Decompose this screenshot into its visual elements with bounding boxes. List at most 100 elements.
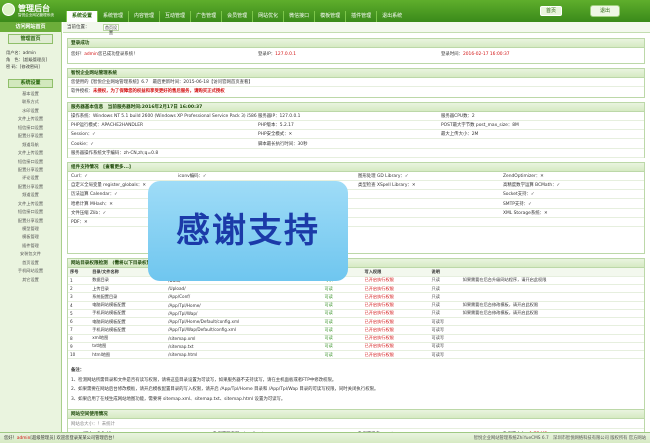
home-button[interactable]: 首页 xyxy=(540,6,562,16)
table-cell: 已开启执行权限 xyxy=(362,276,430,286)
tab-wechat[interactable]: 微信接口 xyxy=(283,11,314,22)
tab-seo[interactable]: 网站优化 xyxy=(252,11,283,22)
tab-logout[interactable]: 退出系统 xyxy=(376,11,407,22)
breadcrumb-action[interactable]: 首页设置 xyxy=(103,24,119,35)
welcome-text-2: 您已成功登录系统！ xyxy=(97,52,138,57)
sidebar-item[interactable]: 文件上传设置 xyxy=(0,115,61,123)
tab-interaction[interactable]: 互动管理 xyxy=(159,11,190,22)
sidebar-item[interactable]: 手机网站设置 xyxy=(0,267,61,275)
sidebar-item[interactable]: 短信接口设置 xyxy=(0,158,61,166)
tab-system-settings[interactable]: 系统设置 xyxy=(66,11,98,22)
table-cell: 电脑网站模板配置 xyxy=(90,301,167,310)
sidebar-item[interactable]: 其它设置 xyxy=(0,276,61,284)
sidebar-menu: 基本设置 联系方式 水印设置 文件上传设置 短信接口设置 配置分享设置 频道导航 文件上传设置… xyxy=(0,90,61,284)
table-cell: 可读 xyxy=(322,350,363,360)
table-cell: 系统配置目录 xyxy=(90,292,167,302)
table-cell: 上传目录 xyxy=(90,284,167,294)
component-cell: 自定义全局变量 register_globals：✕ xyxy=(71,183,147,189)
sidebar-item[interactable]: 评论设置 xyxy=(0,174,61,182)
sidebar-item[interactable]: 文件上传设置 xyxy=(0,200,61,208)
table-cell xyxy=(460,342,644,352)
component-cell: Socket支持：✓ xyxy=(503,192,535,198)
sidebar-item[interactable]: 配置分享设置 xyxy=(0,166,61,174)
sidebar-item[interactable]: 配置分享设置 xyxy=(0,183,61,191)
table-cell: 2 xyxy=(68,284,91,294)
table-cell: /App/Tpl/Home/Default/config.xml xyxy=(166,317,323,327)
table-row: 8 xml地图/sitemap.xml 可读 已开启执行权限 可读写 xyxy=(68,334,644,343)
sidebar-item[interactable]: 模板管理 xyxy=(0,233,61,241)
table-cell xyxy=(460,334,644,343)
server-info-cell: 脚本最长执行时间：30秒 xyxy=(258,141,308,147)
tab-plugins[interactable]: 插件管理 xyxy=(345,11,376,22)
sidebar-item[interactable]: 联系方式 xyxy=(0,98,61,106)
server-info-cell: 最大上传大小：2M xyxy=(441,132,479,138)
sidebar-item[interactable]: 首页设置 xyxy=(0,259,61,267)
system-panel: 智悦企业网站管理系统 您使用的【智悦企业网站管理系统】6.7 最后更新时间：20… xyxy=(67,68,645,98)
server-info-cell: 服务器IP：127.0.0.1 xyxy=(258,114,301,119)
login-ip: 127.0.0.1 xyxy=(275,52,297,57)
sidebar-item[interactable]: 水印设置 xyxy=(0,107,61,115)
server-info-title: 服务器基本信息 当前服务器时间:2016年2月17日 16:00:37 xyxy=(68,103,644,112)
table-cell: 可读写 xyxy=(429,317,461,327)
table-cell: 6 xyxy=(68,317,91,327)
sidebar-item[interactable]: 插件管理 xyxy=(0,242,61,250)
site-size: 网站总大小：！未统计 xyxy=(71,422,115,427)
sidebar-item[interactable]: 模型管理 xyxy=(0,225,61,233)
components-title: 组件支持情况 [查看更多...] xyxy=(68,163,644,172)
table-cell: txt地图 xyxy=(90,342,167,352)
table-cell: 4 xyxy=(68,301,91,310)
sidebar-item[interactable]: 短信接口设置 xyxy=(0,124,61,132)
welcome-text: 您好！ xyxy=(71,52,85,57)
table-row: 6 电脑网站模板配置/App/Tpl/Home/Default/config.xm… xyxy=(68,317,644,327)
table-cell: 1 xyxy=(68,276,91,286)
table-cell: html地图 xyxy=(90,350,167,360)
table-cell: 5 xyxy=(68,309,91,319)
sidebar-item[interactable]: 安装包文件 xyxy=(0,250,61,258)
license-status[interactable]: 未授权，为了保障您的权益和享受更好的售后服务，请购买正式授权 xyxy=(93,89,225,94)
sidebar-item[interactable]: 频道设置 xyxy=(0,191,61,199)
footer-left: 您好！admin[超级管理员] 欢迎您登录某某公司管理后台！ xyxy=(4,433,117,443)
component-cell: 历法运算 Calendar：✓ xyxy=(71,192,118,198)
sidebar-item[interactable]: 频道导航 xyxy=(0,141,61,149)
logo-mark-icon xyxy=(2,3,15,16)
user-info: 用户名：admin 角 色：[超级管理员] 密 码：[修改密码] xyxy=(0,46,61,73)
component-cell: 文件压缩 Zlib：✓ xyxy=(71,210,107,216)
tab-templates[interactable]: 模板管理 xyxy=(314,11,345,22)
table-cell: /App/Tpl/Wap/Default/config.xml xyxy=(166,325,323,335)
table-cell: 8 xyxy=(68,334,91,343)
table-cell: /Upload/ xyxy=(166,284,323,294)
tab-content[interactable]: 内容管理 xyxy=(128,11,159,22)
visit-site-link[interactable]: 访问网站首页 xyxy=(0,22,61,32)
sidebar-item[interactable]: 短信接口设置 xyxy=(0,208,61,216)
sidebar-item[interactable]: 配置分享设置 xyxy=(0,132,61,140)
breadcrumb: 当前位置： 首页设置 xyxy=(63,22,650,35)
sidebar-item[interactable]: 文件上传设置 xyxy=(0,149,61,157)
user-line: 角 色：[超级管理员] xyxy=(6,57,47,62)
component-cell: Curl：✓ xyxy=(71,174,88,179)
table-cell: 手机网站模板配置 xyxy=(90,325,167,335)
sidebar-item[interactable]: 基本设置 xyxy=(0,90,61,98)
sidebar: 访问网站首页 管理首页 用户名：admin 角 色：[超级管理员] 密 码：[修… xyxy=(0,22,62,443)
tab-members[interactable]: 会员管理 xyxy=(221,11,252,22)
top-nav: 系统设置 系统管理 内容管理 互动管理 广告管理 会员管理 网站优化 微信接口 … xyxy=(66,11,407,22)
table-cell: 已开启执行权限 xyxy=(362,342,430,352)
sidebar-item[interactable]: 配置分享设置 xyxy=(0,217,61,225)
table-cell xyxy=(460,284,644,294)
notes-title: 备注： xyxy=(71,368,85,373)
table-cell: 可读 xyxy=(322,301,363,310)
version-line: 您使用的【智悦企业网站管理系统】6.7 最后更新时间：2015-06-18【访问… xyxy=(71,80,253,85)
exit-button[interactable]: 退出 xyxy=(590,5,620,17)
change-password-link[interactable]: 密 码：[修改密码] xyxy=(6,63,55,70)
table-cell: xml地图 xyxy=(90,334,167,343)
tab-system-manage[interactable]: 系统管理 xyxy=(97,11,128,22)
table-cell: 已开启执行权限 xyxy=(362,325,430,335)
server-info-cell: 服务器操作系统文字编码：zh-CN,zh;q=0.8 xyxy=(71,150,159,156)
table-row: 9 txt地图/sitemap.txt 可读 已开启执行权限 可读写 xyxy=(68,342,644,352)
admin-home-button[interactable]: 管理首页 xyxy=(8,34,53,44)
table-cell: 可读 xyxy=(322,292,363,302)
tab-ads[interactable]: 广告管理 xyxy=(190,11,221,22)
table-cell: 只读 xyxy=(429,309,461,319)
component-cell: 高精度数学运算 BCMath：✓ xyxy=(503,183,561,189)
server-info-row: Session：✓ PHP安全模式：✕ 最大上传大小：2M xyxy=(68,130,644,140)
permissions-table: 序号目录/文件名称路径读取权限写入权限说明 1数据目录/Data/可读已开启执行… xyxy=(68,268,644,360)
